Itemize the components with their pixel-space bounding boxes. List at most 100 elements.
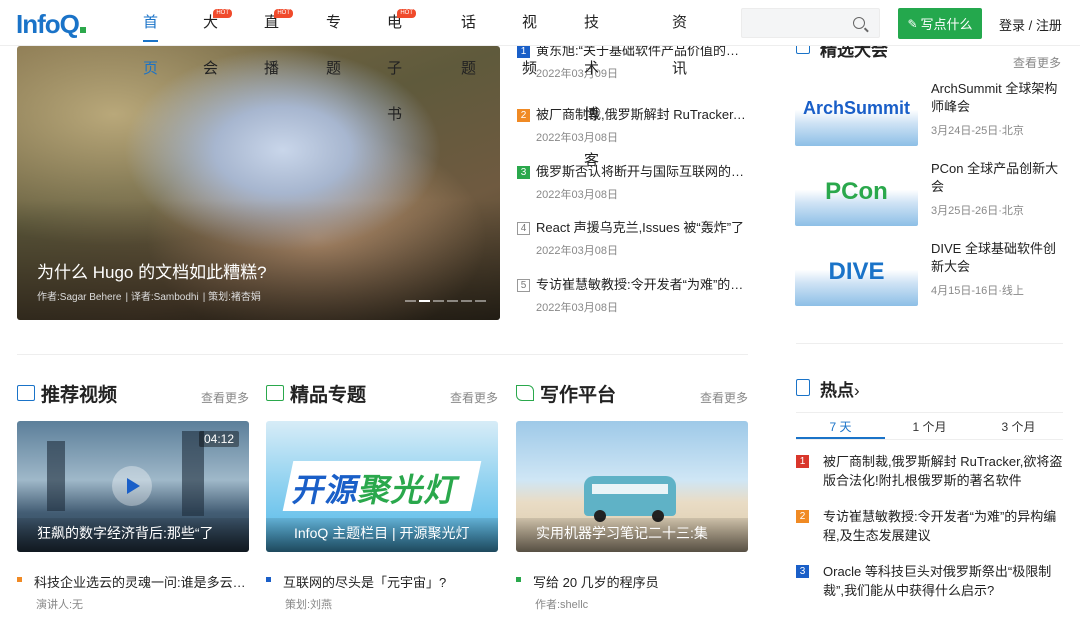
search-input[interactable] bbox=[742, 9, 842, 37]
nav-item-label: 大会 bbox=[203, 14, 219, 77]
carousel-dot[interactable] bbox=[433, 300, 444, 302]
write-button[interactable]: ✎ 写点什么 bbox=[898, 8, 982, 39]
pen-icon: ✎ bbox=[907, 16, 918, 31]
news-title-text: 俄罗斯否认将断开与国际互联网的连接 bbox=[536, 164, 749, 179]
news-title[interactable]: 3 俄罗斯否认将断开与国际互联网的连接 bbox=[517, 161, 749, 180]
section-title: 精品专题 bbox=[290, 385, 367, 406]
nav-item-label: 视频 bbox=[522, 14, 538, 77]
side-divider bbox=[796, 343, 1063, 344]
list-item-title[interactable]: 写给 20 几岁的程序员 bbox=[516, 572, 748, 591]
hero-title[interactable]: 为什么 Hugo 的文档如此糟糕? bbox=[37, 258, 267, 283]
hot-tab[interactable]: 1 个月 bbox=[885, 413, 974, 439]
news-title[interactable]: 5 专访崔慧敏教授:令开发者“为难”的异构编程 bbox=[517, 274, 749, 293]
nav-item[interactable]: 视频 bbox=[522, 0, 537, 77]
list-item[interactable]: 互联网的尽头是「元宇宙」? 策划:刘燕 bbox=[266, 572, 498, 612]
event-banner[interactable]: DIVE bbox=[795, 240, 918, 306]
list-item[interactable]: 写给 20 几岁的程序员 作者:shellc bbox=[516, 572, 748, 612]
card-caption: 实用机器学习笔记二十三:集 bbox=[536, 525, 708, 541]
event-title[interactable]: PCon 全球产品创新大会 bbox=[931, 160, 1063, 196]
search-box[interactable] bbox=[741, 8, 880, 38]
nav-item[interactable]: 话题 bbox=[461, 0, 476, 77]
hot-tab[interactable]: 7 天 bbox=[796, 413, 885, 439]
event-card[interactable]: PCon PCon 全球产品创新大会 3月25日-26日·北京 bbox=[795, 160, 1063, 226]
search-icon[interactable] bbox=[853, 17, 865, 29]
nav-item[interactable]: 直播 HOT bbox=[264, 0, 294, 77]
nav-item[interactable]: 专题 bbox=[326, 0, 341, 77]
nav-item[interactable]: 电子书 HOT bbox=[387, 0, 417, 123]
video-duration: 04:12 bbox=[198, 431, 239, 447]
section-video-header: 推荐视频 查看更多 bbox=[17, 380, 249, 406]
rank-badge: 2 bbox=[796, 510, 809, 523]
pen-icon bbox=[516, 385, 534, 401]
hot-item[interactable]: 2 专访崔慧敏教授:令开发者“为难”的异构编程,及生态发展建议 bbox=[796, 507, 1064, 545]
list-item[interactable]: 科技企业选云的灵魂一问:谁是多云时代的最优选? 演讲人:无 bbox=[17, 572, 249, 612]
event-banner[interactable]: ArchSummit bbox=[795, 80, 918, 146]
login-register-link[interactable]: 登录 / 注册 bbox=[999, 15, 1062, 34]
hot-item-title[interactable]: Oracle 等科技巨头对俄罗斯祭出“极限制裁”,我们能从中获得什么启示? bbox=[823, 562, 1064, 600]
list-item-title[interactable]: 互联网的尽头是「元宇宙」? bbox=[266, 572, 498, 591]
hot-item-title[interactable]: 被厂商制裁,俄罗斯解封 RuTracker,欲将盗版合法化!附扎根俄罗斯的著名软… bbox=[823, 452, 1064, 490]
nav-item-label: 技术博客 bbox=[584, 14, 600, 169]
van-illustration bbox=[584, 476, 676, 522]
carousel-dot[interactable] bbox=[461, 300, 472, 302]
hot-tab[interactable]: 3 个月 bbox=[974, 413, 1063, 439]
hero-translator: 译者:Sambodhi bbox=[130, 292, 199, 303]
event-title[interactable]: ArchSummit 全球架构师峰会 bbox=[931, 80, 1063, 116]
hot-item-title[interactable]: 专访崔慧敏教授:令开发者“为难”的异构编程,及生态发展建议 bbox=[823, 507, 1064, 545]
events-header: 精选大会 查看更多 bbox=[796, 46, 1063, 68]
list-item-sub: 作者:shellc bbox=[535, 599, 589, 611]
writing-card[interactable]: 实用机器学习笔记二十三:集 bbox=[516, 421, 748, 552]
carousel-dot[interactable] bbox=[475, 300, 486, 302]
list-item-sub: 演讲人:无 bbox=[36, 599, 84, 611]
news-item[interactable]: 5 专访崔慧敏教授:令开发者“为难”的异构编程 2022年03月08日 bbox=[517, 274, 749, 315]
nav-item-label: 直播 bbox=[264, 14, 280, 77]
event-title[interactable]: DIVE 全球基础软件创新大会 bbox=[931, 240, 1063, 276]
nav-item[interactable]: 大会 HOT bbox=[203, 0, 233, 77]
hero-planner: 策划:褚杏娟 bbox=[208, 292, 261, 303]
list-item-sub: 策划:刘燕 bbox=[285, 599, 333, 611]
news-item[interactable]: 4 React 声援乌克兰,Issues 被“轰炸”了 2022年03月08日 bbox=[517, 217, 749, 258]
news-date: 2022年03月08日 bbox=[536, 189, 618, 201]
carousel-dot[interactable] bbox=[405, 300, 416, 302]
rank-badge: 4 bbox=[517, 222, 530, 235]
event-card[interactable]: ArchSummit ArchSummit 全球架构师峰会 3月24日-25日·北京 bbox=[795, 80, 1063, 146]
event-banner[interactable]: PCon bbox=[795, 160, 918, 226]
carousel-dot[interactable] bbox=[419, 300, 430, 302]
nav-item[interactable]: 技术博客 bbox=[584, 0, 599, 169]
more-link[interactable]: 查看更多 bbox=[700, 389, 748, 406]
more-link[interactable]: 查看更多 bbox=[201, 389, 249, 406]
event-date: 4月15日-16日·线上 bbox=[931, 285, 1024, 297]
topic-card[interactable]: 开源聚光灯 InfoQ 主题栏目 | 开源聚光灯 bbox=[266, 421, 498, 552]
hot-item[interactable]: 1 被厂商制裁,俄罗斯解封 RuTracker,欲将盗版合法化!附扎根俄罗斯的著名… bbox=[796, 452, 1064, 490]
news-item[interactable]: 1 黄东旭:“关于基础软件产品价值的思考” 2022年03月09日 bbox=[517, 40, 749, 81]
more-link[interactable]: 查看更多 bbox=[450, 389, 498, 406]
hot-item[interactable]: 3 Oracle 等科技巨头对俄罗斯祭出“极限制裁”,我们能从中获得什么启示? bbox=[796, 562, 1064, 600]
nav-item-label: 专题 bbox=[326, 14, 342, 77]
topic-icon bbox=[266, 385, 284, 401]
news-item[interactable]: 3 俄罗斯否认将断开与国际互联网的连接 2022年03月08日 bbox=[517, 161, 749, 202]
rank-badge: 1 bbox=[796, 455, 809, 468]
news-date: 2022年03月08日 bbox=[536, 302, 618, 314]
nav-item[interactable]: 资讯 bbox=[672, 0, 687, 77]
nav-item-label: 话题 bbox=[461, 14, 477, 77]
carousel-dot[interactable] bbox=[447, 300, 458, 302]
news-item[interactable]: 2 被厂商制裁,俄罗斯解封 RuTracker,欲将盗版合法化! 2022年03月0… bbox=[517, 104, 749, 145]
event-logo: DIVE bbox=[828, 258, 885, 285]
news-title[interactable]: 4 React 声援乌克兰,Issues 被“轰炸”了 bbox=[517, 217, 749, 236]
nav-item[interactable]: 首页 bbox=[143, 0, 159, 77]
video-card[interactable]: 04:12 狂飙的数字经济背后:那些“了 bbox=[17, 421, 249, 552]
play-icon[interactable] bbox=[112, 466, 152, 506]
events-more-link[interactable]: 查看更多 bbox=[1013, 54, 1061, 68]
event-logo: ArchSummit bbox=[802, 98, 910, 118]
event-date: 3月25日-26日·北京 bbox=[931, 205, 1024, 217]
document-icon bbox=[796, 379, 810, 396]
rank-badge: 3 bbox=[517, 166, 530, 179]
list-item-title[interactable]: 科技企业选云的灵魂一问:谁是多云时代的最优选? bbox=[17, 572, 249, 591]
events-icon bbox=[796, 46, 810, 54]
event-card[interactable]: DIVE DIVE 全球基础软件创新大会 4月15日-16日·线上 bbox=[795, 240, 1063, 306]
hero-carousel[interactable]: 为什么 Hugo 的文档如此糟糕? 作者:Sagar Behere | 译者:Sa… bbox=[17, 46, 500, 320]
card-caption: 狂飙的数字经济背后:那些“了 bbox=[37, 525, 214, 541]
hot-title[interactable]: 热点› bbox=[820, 376, 860, 401]
news-title[interactable]: 2 被厂商制裁,俄罗斯解封 RuTracker,欲将盗版合法化! bbox=[517, 104, 749, 123]
infoq-logo[interactable]: InfoQ bbox=[16, 9, 86, 40]
